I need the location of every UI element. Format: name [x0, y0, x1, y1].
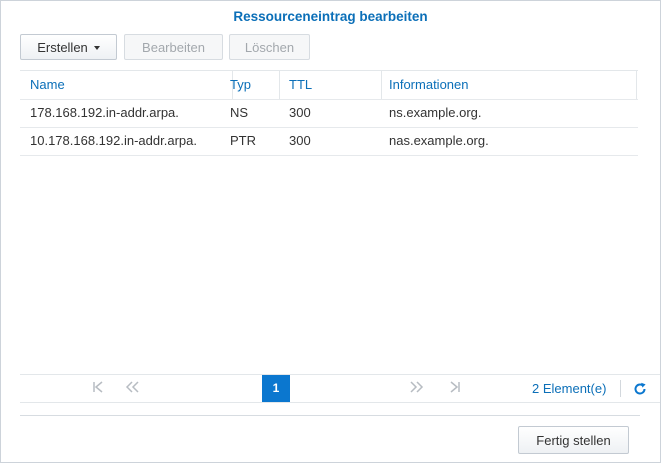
column-header-name[interactable]: Name: [20, 71, 233, 99]
table-row[interactable]: 10.178.168.192.in-addr.arpa. PTR 300 nas…: [20, 127, 638, 156]
dialog-title: Ressourceneintrag bearbeiten: [233, 9, 428, 24]
cell-info: nas.example.org.: [389, 133, 489, 148]
table-header: Name Typ TTL Informationen: [20, 71, 638, 100]
first-page-icon[interactable]: [88, 375, 108, 402]
cell-type: PTR: [230, 133, 256, 148]
item-count: 2 Element(e): [532, 381, 607, 396]
edit-button[interactable]: Bearbeiten: [124, 34, 223, 60]
cell-type: NS: [230, 105, 249, 120]
footer-divider: [20, 415, 640, 416]
chevron-down-icon: [93, 46, 100, 50]
refresh-icon[interactable]: [632, 380, 648, 397]
pagination-bar: 1 2 Element(e): [20, 374, 660, 403]
cell-name: 178.168.192.in-addr.arpa.: [30, 105, 179, 120]
table-row[interactable]: 178.168.192.in-addr.arpa. NS 300 ns.exam…: [20, 99, 638, 128]
create-button-label: Erstellen: [37, 39, 88, 55]
finish-button[interactable]: Fertig stellen: [518, 426, 629, 454]
page-button-current[interactable]: 1: [262, 375, 290, 402]
column-header-info[interactable]: Informationen: [381, 71, 637, 99]
column-header-type[interactable]: Typ: [222, 71, 280, 99]
delete-button[interactable]: Löschen: [229, 34, 310, 60]
edit-resource-record-dialog: Ressourceneintrag bearbeiten Erstellen B…: [0, 0, 661, 463]
cell-ttl: 300: [289, 133, 311, 148]
create-button[interactable]: Erstellen: [20, 34, 117, 60]
last-page-icon[interactable]: [445, 375, 465, 402]
prev-page-icon[interactable]: [122, 375, 142, 402]
cell-name: 10.178.168.192.in-addr.arpa.: [30, 133, 197, 148]
column-header-ttl[interactable]: TTL: [279, 71, 382, 99]
cell-ttl: 300: [289, 105, 311, 120]
next-page-icon[interactable]: [407, 375, 427, 402]
records-table: Name Typ TTL Informationen 178.168.192.i…: [20, 70, 638, 403]
pager-divider: [620, 380, 621, 397]
cell-info: ns.example.org.: [389, 105, 482, 120]
